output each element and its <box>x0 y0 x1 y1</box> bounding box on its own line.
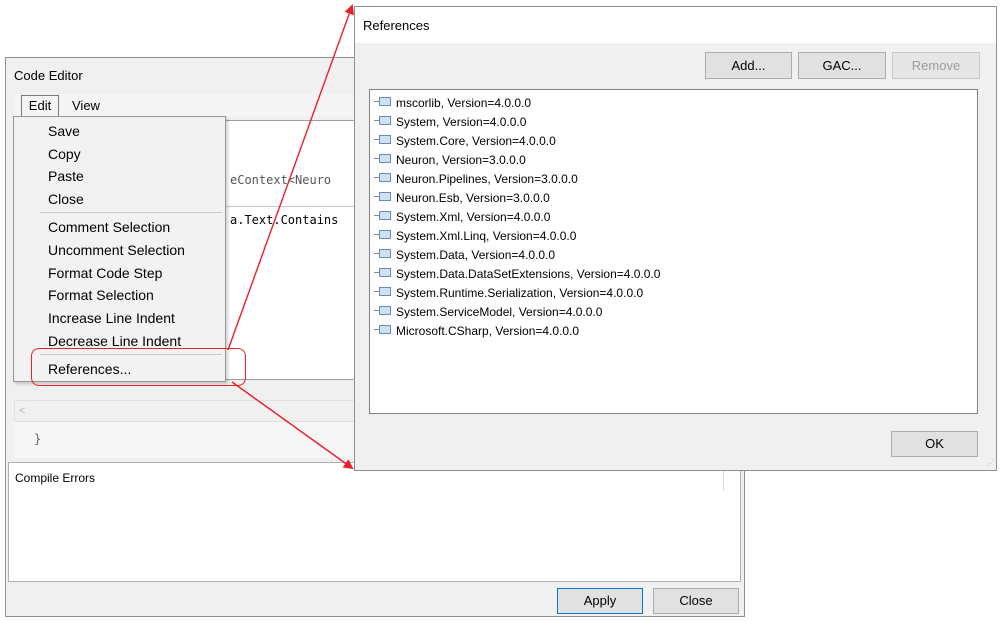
remove-button[interactable]: Remove <box>892 52 980 79</box>
reference-label: Neuron, Version=3.0.0.0 <box>396 153 526 167</box>
references-highlight-annotation <box>31 348 246 386</box>
assembly-icon <box>379 325 391 335</box>
add-button[interactable]: Add... <box>705 52 792 79</box>
reference-item[interactable]: System.Runtime.Serialization, Version=4.… <box>374 284 643 303</box>
assembly-icon <box>379 97 391 107</box>
menu-item-paste[interactable]: Paste <box>48 168 84 184</box>
code-line: a.Text.Contains <box>230 213 339 227</box>
reference-label: System.Data, Version=4.0.0.0 <box>396 248 556 262</box>
reference-item[interactable]: System.Data.DataSetExtensions, Version=4… <box>374 265 660 284</box>
reference-label: System.Core, Version=4.0.0.0 <box>396 134 556 148</box>
assembly-icon <box>379 268 391 278</box>
reference-item[interactable]: Neuron.Pipelines, Version=3.0.0.0 <box>374 170 578 189</box>
assembly-icon <box>379 154 391 164</box>
reference-item[interactable]: mscorlib, Version=4.0.0.0 <box>374 94 531 113</box>
assembly-icon <box>379 116 391 126</box>
apply-button[interactable]: Apply <box>557 588 643 614</box>
compile-errors-panel: Compile Errors <box>8 462 741 582</box>
edit-menu-dropdown: Save Copy Paste Close Comment Selection … <box>13 116 226 382</box>
menu-item-increase-line-indent[interactable]: Increase Line Indent <box>48 310 175 326</box>
assembly-icon <box>379 230 391 240</box>
dialog-title-bar: References <box>355 7 996 43</box>
assembly-icon <box>379 135 391 145</box>
reference-item[interactable]: Microsoft.CSharp, Version=4.0.0.0 <box>374 322 579 341</box>
reference-label: Neuron.Pipelines, Version=3.0.0.0 <box>396 172 578 186</box>
horizontal-scrollbar[interactable]: < <box>14 400 358 422</box>
reference-item[interactable]: System.Xml.Linq, Version=4.0.0.0 <box>374 227 576 246</box>
menu-edit[interactable]: Edit <box>21 95 59 116</box>
menu-item-uncomment-selection[interactable]: Uncomment Selection <box>48 242 185 258</box>
menu-view[interactable]: View <box>67 95 105 116</box>
reference-item[interactable]: System.ServiceModel, Version=4.0.0.0 <box>374 303 602 322</box>
reference-item[interactable]: System.Xml, Version=4.0.0.0 <box>374 208 550 227</box>
reference-label: mscorlib, Version=4.0.0.0 <box>396 96 532 110</box>
assembly-icon <box>379 173 391 183</box>
menu-item-close[interactable]: Close <box>48 191 84 207</box>
reference-label: Microsoft.CSharp, Version=4.0.0.0 <box>396 324 580 338</box>
assembly-icon <box>379 192 391 202</box>
reference-label: System.ServiceModel, Version=4.0.0.0 <box>396 305 603 319</box>
assembly-icon <box>379 306 391 316</box>
reference-label: System.Data.DataSetExtensions, Version=4… <box>396 267 661 281</box>
assembly-icon <box>379 287 391 297</box>
code-line: eContext<Neuro <box>230 173 332 187</box>
menu-item-decrease-line-indent[interactable]: Decrease Line Indent <box>48 333 181 349</box>
menu-item-format-selection[interactable]: Format Selection <box>48 287 154 303</box>
menu-item-copy[interactable]: Copy <box>48 146 81 162</box>
gac-button[interactable]: GAC... <box>798 52 886 79</box>
reference-item[interactable]: System.Core, Version=4.0.0.0 <box>374 132 556 151</box>
resize-grip-icon[interactable]: ⋰ <box>986 459 994 468</box>
scroll-left-icon[interactable]: < <box>19 405 25 417</box>
menu-item-save[interactable]: Save <box>48 123 80 139</box>
panel-divider <box>723 469 724 491</box>
reference-label: System, Version=4.0.0.0 <box>396 115 527 129</box>
assembly-icon <box>379 249 391 259</box>
assembly-icon <box>379 211 391 221</box>
reference-item[interactable]: System.Data, Version=4.0.0.0 <box>374 246 555 265</box>
ok-button[interactable]: OK <box>891 431 978 457</box>
reference-label: System.Runtime.Serialization, Version=4.… <box>396 286 644 300</box>
close-button[interactable]: Close <box>653 588 739 614</box>
reference-label: System.Xml, Version=4.0.0.0 <box>396 210 551 224</box>
reference-label: System.Xml.Linq, Version=4.0.0.0 <box>396 229 577 243</box>
references-dialog: References Add... GAC... Remove mscorlib… <box>354 6 997 471</box>
dialog-title: References <box>363 18 430 33</box>
menu-separator <box>40 212 222 213</box>
compile-errors-label: Compile Errors <box>15 471 96 485</box>
reference-item[interactable]: Neuron.Esb, Version=3.0.0.0 <box>374 189 550 208</box>
menu-item-comment-selection[interactable]: Comment Selection <box>48 219 170 235</box>
code-line: } <box>14 422 358 458</box>
reference-item[interactable]: Neuron, Version=3.0.0.0 <box>374 151 526 170</box>
window-title: Code Editor <box>14 68 83 83</box>
reference-item[interactable]: System, Version=4.0.0.0 <box>374 113 526 132</box>
reference-label: Neuron.Esb, Version=3.0.0.0 <box>396 191 550 205</box>
menu-item-format-code-step[interactable]: Format Code Step <box>48 265 162 281</box>
references-list[interactable]: mscorlib, Version=4.0.0.0 System, Version… <box>369 89 978 414</box>
